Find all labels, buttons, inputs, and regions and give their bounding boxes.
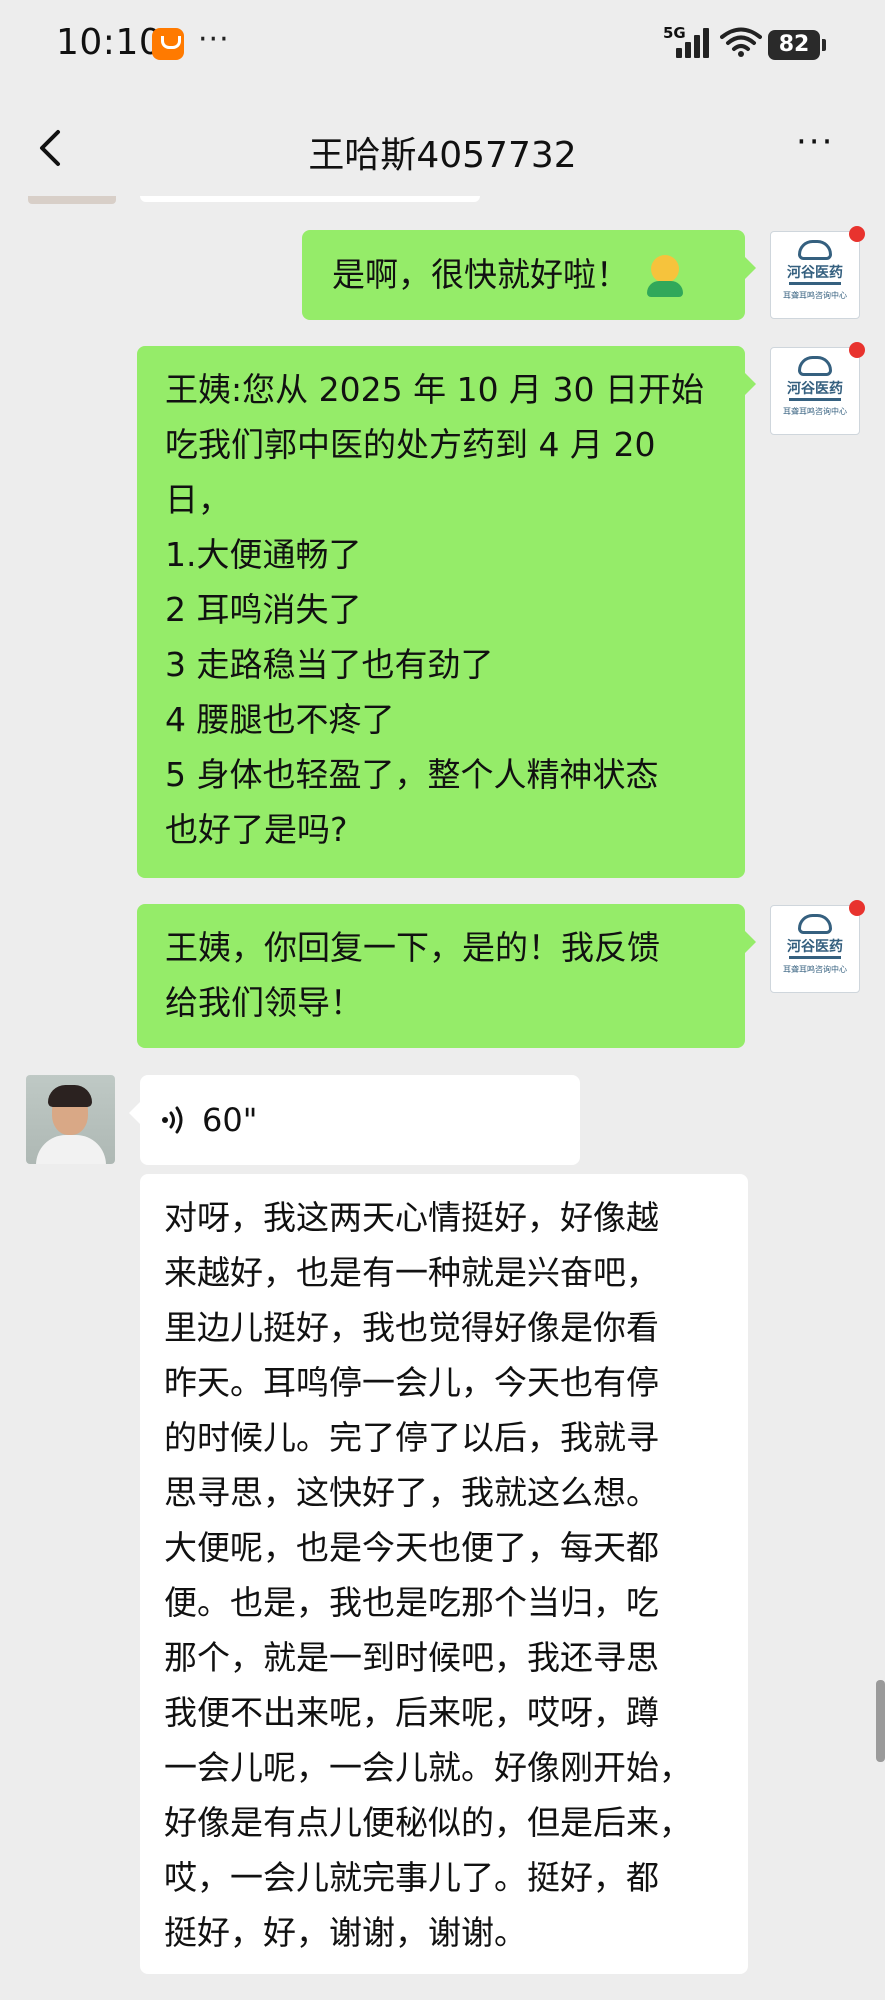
battery-icon: 82 xyxy=(768,30,826,60)
signal-icon xyxy=(676,28,710,58)
transcript-line: 我便不出来呢，后来呢，哎呀，蹲 xyxy=(164,1693,659,1732)
status-time: 10:10 xyxy=(56,22,163,63)
transcript-line: 思寻思，这快好了，我就这么想。 xyxy=(164,1473,659,1512)
wifi-icon xyxy=(720,27,762,57)
transcript-line: 哎，一会儿就完事儿了。挺好，都 xyxy=(164,1858,659,1897)
voice-transcript-bubble[interactable]: 对呀，我这两天心情挺好，好像越 来越好，也是有一种就是兴奋吧， 里边儿挺好，我也… xyxy=(140,1174,748,1974)
sender-avatar[interactable]: 河谷医药 耳聋耳鸣咨询中心 xyxy=(770,226,865,319)
voice-wave-icon xyxy=(162,1106,183,1134)
message-line: 5 身体也轻盈了，整个人精神状态 xyxy=(165,755,659,794)
person-emoji-icon xyxy=(645,254,685,299)
chat-title: 王哈斯4057732 xyxy=(308,135,577,176)
unread-dot xyxy=(849,342,865,358)
hippo-logo-icon xyxy=(798,914,832,934)
sent-message-bubble[interactable]: 王姨:您从 2025 年 10 月 30 日开始 吃我们郭中医的处方药到 4 月… xyxy=(137,346,756,878)
voice-duration: 60" xyxy=(202,1101,258,1139)
previous-avatar-edge xyxy=(28,196,116,204)
voice-message-bubble[interactable]: 60" xyxy=(129,1075,580,1165)
transcript-line: 里边儿挺好，我也觉得好像是你看 xyxy=(164,1308,659,1347)
avatar-logo-subtext: 耳聋耳鸣咨询中心 xyxy=(783,965,847,974)
more-options-icon[interactable]: ··· xyxy=(796,122,834,162)
status-bar: 10:10 ··· 5G 82 xyxy=(0,0,885,90)
sent-message-bubble[interactable]: 王姨，你回复一下，是的！我反馈 给我们领导！ xyxy=(137,904,756,1048)
unread-dot xyxy=(849,226,865,242)
sent-message-bubble[interactable]: 是啊，很快就好啦！ xyxy=(302,230,756,320)
avatar-logo-text: 河谷医药 xyxy=(787,381,843,397)
message-line: 王姨，你回复一下，是的！我反馈 xyxy=(165,928,660,967)
more-notifications-icon: ··· xyxy=(198,22,230,57)
message-line: 4 腰腿也不疼了 xyxy=(165,700,395,739)
message-line: 3 走路稳当了也有劲了 xyxy=(165,645,494,684)
transcript-line: 便。也是，我也是吃那个当归，吃 xyxy=(164,1583,659,1622)
message-text: 是啊，很快就好啦！ xyxy=(332,255,629,294)
scrollbar-thumb[interactable] xyxy=(876,1680,885,1762)
hippo-logo-icon xyxy=(798,240,832,260)
transcript-line: 对呀，我这两天心情挺好，好像越 xyxy=(164,1198,659,1237)
contact-avatar[interactable] xyxy=(26,1075,115,1164)
message-line: 给我们领导！ xyxy=(165,983,363,1022)
unread-dot xyxy=(849,900,865,916)
transcript-line: 昨天。耳鸣停一会儿，今天也有停 xyxy=(164,1363,659,1402)
avatar-logo-subtext: 耳聋耳鸣咨询中心 xyxy=(783,291,847,300)
sender-avatar[interactable]: 河谷医药 耳聋耳鸣咨询中心 xyxy=(770,342,865,435)
transcript-line: 的时候儿。完了停了以后，我就寻 xyxy=(164,1418,659,1457)
message-line: 吃我们郭中医的处方药到 4 月 20 xyxy=(165,425,656,464)
transcript-line: 一会儿呢，一会儿就。好像刚开始， xyxy=(164,1748,692,1787)
transcript-line: 好像是有点儿便秘似的，但是后来， xyxy=(164,1803,692,1842)
message-line: 王姨:您从 2025 年 10 月 30 日开始 xyxy=(165,370,705,409)
taobao-notification-icon xyxy=(152,28,184,60)
transcript-line: 大便呢，也是今天也便了，每天都 xyxy=(164,1528,659,1567)
avatar-logo-text: 河谷医药 xyxy=(787,265,843,281)
sender-avatar[interactable]: 河谷医药 耳聋耳鸣咨询中心 xyxy=(770,900,865,993)
avatar-logo-text: 河谷医药 xyxy=(787,939,843,955)
previous-bubble-edge xyxy=(140,196,480,202)
message-line: 也好了是吗? xyxy=(165,810,348,849)
message-line: 1.大便通畅了 xyxy=(165,535,362,574)
message-line: 2 耳鸣消失了 xyxy=(165,590,362,629)
transcript-line: 挺好，好，谢谢，谢谢。 xyxy=(164,1913,527,1952)
hippo-logo-icon xyxy=(798,356,832,376)
avatar-logo-subtext: 耳聋耳鸣咨询中心 xyxy=(783,407,847,416)
message-line: 日， xyxy=(165,480,231,519)
transcript-line: 来越好，也是有一种就是兴奋吧， xyxy=(164,1253,659,1292)
transcript-line: 那个，就是一到时候吧，我还寻思 xyxy=(164,1638,659,1677)
chat-header: 王哈斯4057732 ··· xyxy=(0,100,885,196)
